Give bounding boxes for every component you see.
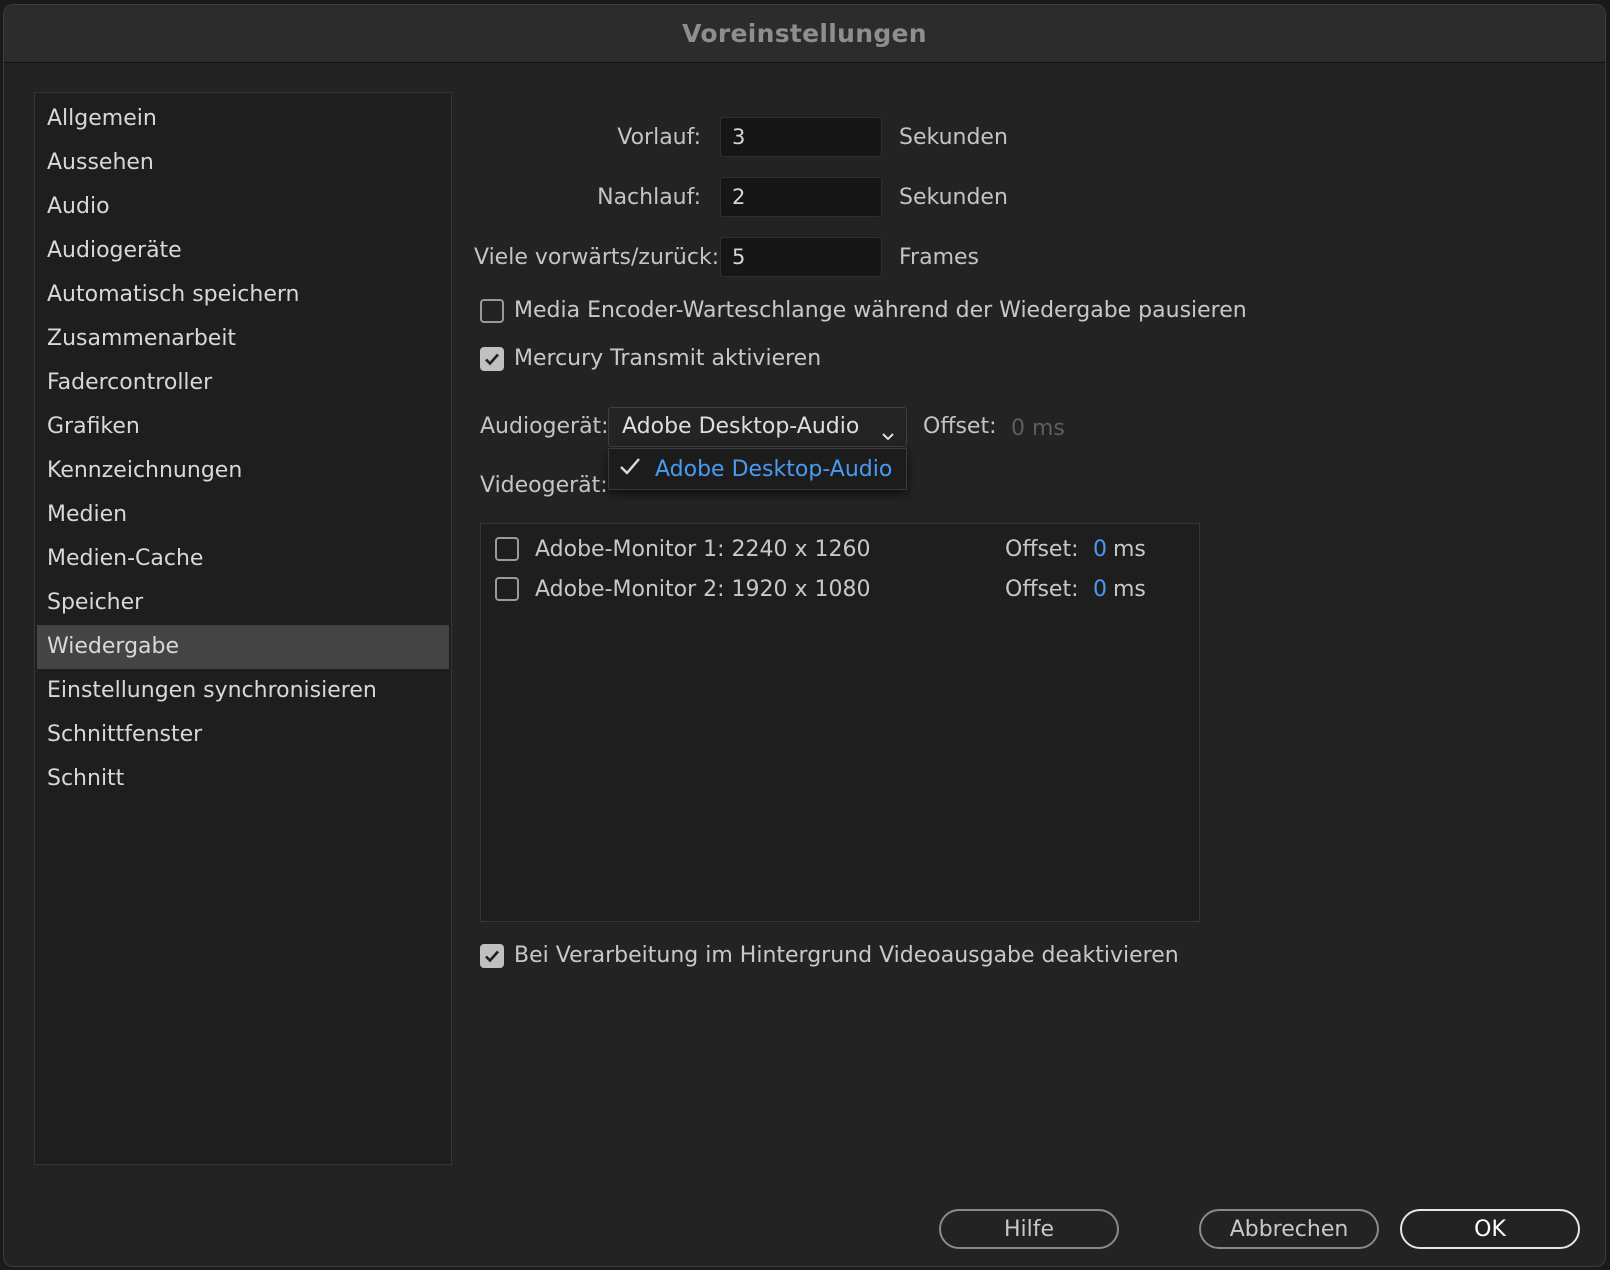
video-device-label: Videogerät:	[480, 473, 608, 498]
sidebar-item-allgemein[interactable]: Allgemein	[37, 97, 449, 141]
video-monitor-list: Adobe-Monitor 1: 2240 x 1260 Offset: 0 m…	[480, 523, 1200, 922]
disable-background-label: Bei Verarbeitung im Hintergrund Videoaus…	[514, 943, 1179, 968]
list-item[interactable]: Adobe-Monitor 2: 1920 x 1080 Offset: 0 m…	[495, 574, 1185, 604]
mercury-transmit-option[interactable]: Mercury Transmit aktivieren	[480, 346, 821, 371]
cancel-button[interactable]: Abbrechen	[1199, 1209, 1379, 1249]
preroll-unit: Sekunden	[899, 125, 1008, 150]
sidebar-item-schnitt[interactable]: Schnitt	[37, 757, 449, 801]
pause-encoder-label: Media Encoder-Warteschlange während der …	[514, 298, 1247, 323]
checkmark-icon	[619, 456, 641, 482]
sidebar-item-kennzeichnungen[interactable]: Kennzeichnungen	[37, 449, 449, 493]
monitor-2-offset-label: Offset:	[1005, 576, 1079, 602]
monitor-1-offset-unit: ms	[1113, 536, 1146, 562]
window-title: Voreinstellungen	[682, 19, 927, 48]
audio-device-value: Adobe Desktop-Audio	[622, 414, 860, 439]
sidebar-item-audiogeraete[interactable]: Audiogeräte	[37, 229, 449, 273]
sidebar-item-aussehen[interactable]: Aussehen	[37, 141, 449, 185]
preroll-label: Vorlauf:	[617, 125, 701, 150]
sidebar-item-zusammenarbeit[interactable]: Zusammenarbeit	[37, 317, 449, 361]
monitor-2-offset-value[interactable]: 0	[1093, 577, 1107, 602]
sidebar-item-speicher[interactable]: Speicher	[37, 581, 449, 625]
help-button[interactable]: Hilfe	[939, 1209, 1119, 1249]
monitor-1-offset-value[interactable]: 0	[1093, 537, 1107, 562]
sidebar-item-autosave[interactable]: Automatisch speichern	[37, 273, 449, 317]
title-bar[interactable]: Voreinstellungen	[4, 5, 1605, 63]
list-item[interactable]: Adobe-Monitor 1: 2240 x 1260 Offset: 0 m…	[495, 534, 1185, 564]
audio-device-menu: Adobe Desktop-Audio	[608, 448, 907, 490]
sidebar-item-grafiken[interactable]: Grafiken	[37, 405, 449, 449]
audio-device-label: Audiogerät:	[480, 414, 609, 439]
disable-background-checkbox[interactable]	[480, 943, 504, 968]
step-unit: Frames	[899, 245, 980, 270]
sidebar-item-fadercontroller[interactable]: Fadercontroller	[37, 361, 449, 405]
monitor-1-checkbox[interactable]	[495, 537, 519, 561]
step-label: Viele vorwärts/zurück:	[474, 245, 720, 270]
mercury-transmit-checkbox[interactable]	[480, 346, 504, 371]
sidebar-item-medien-cache[interactable]: Medien-Cache	[37, 537, 449, 581]
audio-offset-label: Offset:	[923, 414, 997, 439]
sidebar-item-schnittfenster[interactable]: Schnittfenster	[37, 713, 449, 757]
preferences-dialog: Voreinstellungen Allgemein Aussehen Audi…	[3, 4, 1606, 1267]
sidebar-item-sync[interactable]: Einstellungen synchronisieren	[37, 669, 449, 713]
pause-encoder-option[interactable]: Media Encoder-Warteschlange während der …	[480, 298, 1247, 323]
monitor-2-offset-unit: ms	[1113, 576, 1146, 602]
preroll-input[interactable]	[720, 117, 882, 157]
monitor-1-name: Adobe-Monitor 1: 2240 x 1260	[535, 536, 871, 562]
audio-device-dropdown[interactable]: Adobe Desktop-Audio	[608, 407, 907, 447]
audio-offset-value: 0 ms	[1011, 416, 1065, 441]
disable-background-option[interactable]: Bei Verarbeitung im Hintergrund Videoaus…	[480, 943, 1179, 968]
category-sidebar: Allgemein Aussehen Audio Audiogeräte Aut…	[34, 92, 452, 1165]
postroll-unit: Sekunden	[899, 185, 1008, 210]
sidebar-item-audio[interactable]: Audio	[37, 185, 449, 229]
pause-encoder-checkbox[interactable]	[480, 298, 504, 323]
audio-menu-item-desktop-audio[interactable]: Adobe Desktop-Audio	[655, 457, 892, 482]
monitor-1-offset-label: Offset:	[1005, 536, 1079, 562]
monitor-2-checkbox[interactable]	[495, 577, 519, 601]
monitor-2-name: Adobe-Monitor 2: 1920 x 1080	[535, 576, 871, 602]
postroll-input[interactable]	[720, 177, 882, 217]
mercury-transmit-label: Mercury Transmit aktivieren	[514, 346, 822, 371]
step-input[interactable]	[720, 237, 882, 277]
sidebar-item-wiedergabe[interactable]: Wiedergabe	[37, 625, 449, 669]
ok-button[interactable]: OK	[1400, 1209, 1580, 1249]
sidebar-item-medien[interactable]: Medien	[37, 493, 449, 537]
postroll-label: Nachlauf:	[597, 185, 701, 210]
